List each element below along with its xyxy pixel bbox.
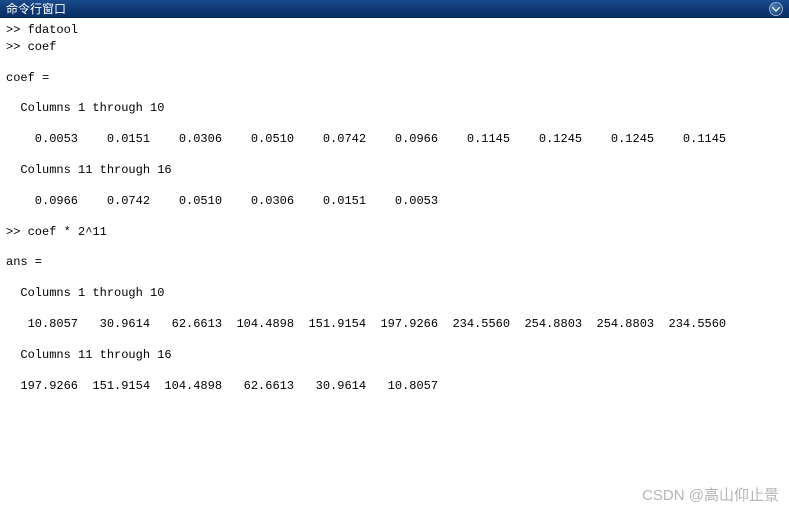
console-line: 0.0053 0.0151 0.0306 0.0510 0.0742 0.096…: [6, 131, 783, 148]
window-title: 命令行窗口: [6, 0, 66, 17]
console-output[interactable]: >> fdatool>> coef coef = Columns 1 throug…: [0, 18, 789, 511]
console-line: coef =: [6, 70, 783, 87]
titlebar: 命令行窗口: [0, 0, 789, 18]
console-line: [6, 148, 783, 162]
console-line: [6, 240, 783, 254]
console-line: [6, 56, 783, 70]
console-line: [6, 271, 783, 285]
console-line: [6, 333, 783, 347]
console-line: >> fdatool: [6, 22, 783, 39]
console-line: Columns 1 through 10: [6, 100, 783, 117]
console-line: Columns 1 through 10: [6, 285, 783, 302]
console-line: Columns 11 through 16: [6, 347, 783, 364]
console-line: [6, 210, 783, 224]
console-line: Columns 11 through 16: [6, 162, 783, 179]
console-line: [6, 364, 783, 378]
console-line: 197.9266 151.9154 104.4898 62.6613 30.96…: [6, 378, 783, 395]
console-line: 0.0966 0.0742 0.0510 0.0306 0.0151 0.005…: [6, 193, 783, 210]
console-line: [6, 86, 783, 100]
console-line: 10.8057 30.9614 62.6613 104.4898 151.915…: [6, 316, 783, 333]
console-line: [6, 179, 783, 193]
command-window: 命令行窗口 >> fdatool>> coef coef = Columns 1 …: [0, 0, 789, 511]
console-line: >> coef: [6, 39, 783, 56]
console-line: [6, 302, 783, 316]
chevron-down-icon: [772, 6, 780, 12]
console-line: ans =: [6, 254, 783, 271]
dropdown-menu-button[interactable]: [769, 2, 783, 16]
console-line: >> coef * 2^11: [6, 224, 783, 241]
console-line: [6, 117, 783, 131]
